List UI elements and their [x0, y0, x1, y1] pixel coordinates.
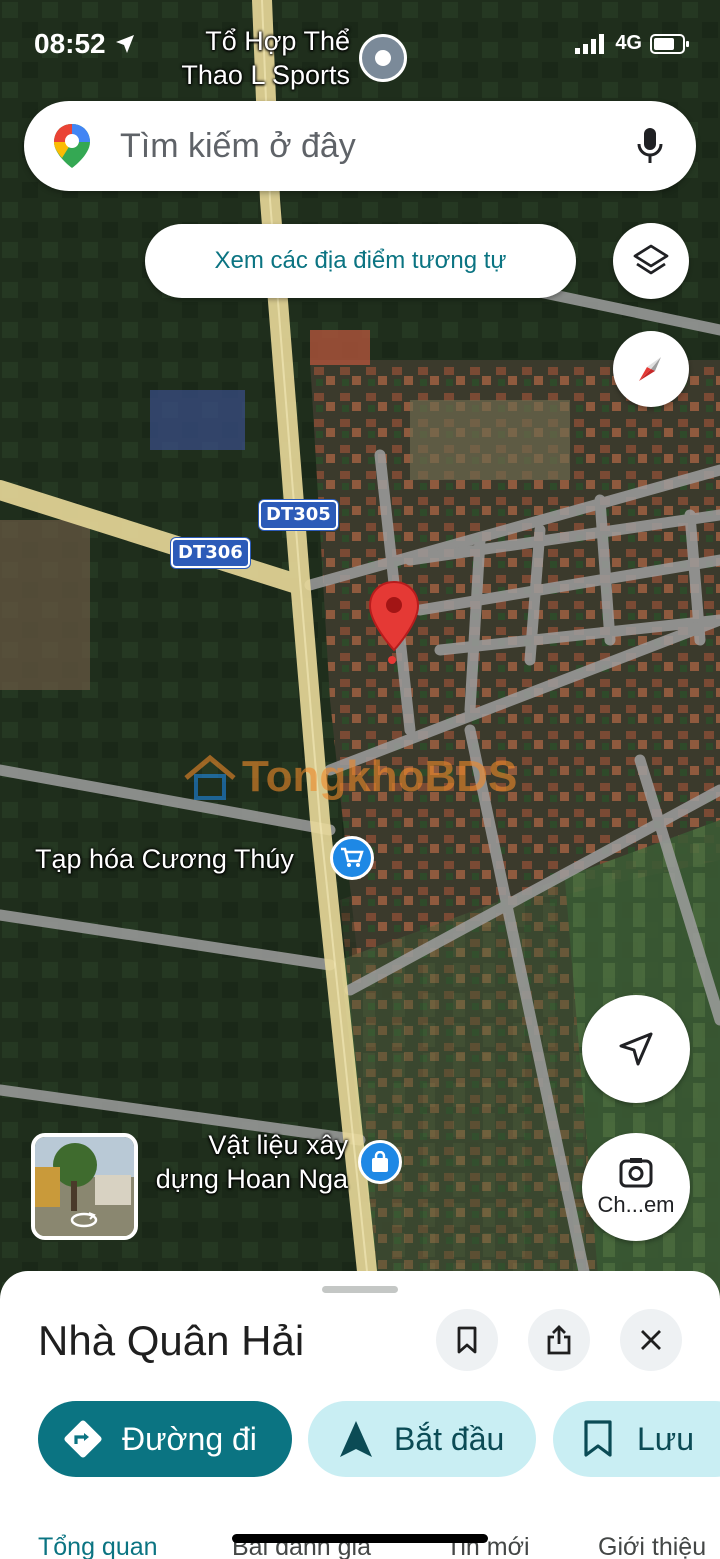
lens-label: Ch...em — [597, 1192, 675, 1217]
mic-icon[interactable] — [636, 126, 664, 166]
street-view-thumbnail[interactable] — [31, 1133, 138, 1240]
compass-button[interactable] — [613, 331, 689, 407]
save-icon-button[interactable] — [436, 1309, 498, 1371]
poi-sports-text: Tổ Hợp Thể Thao L Sports — [181, 26, 350, 90]
directions-button[interactable]: Đường đi — [38, 1401, 292, 1477]
navigation-icon — [340, 1421, 372, 1457]
house-logo-icon — [184, 754, 236, 800]
poi-label-sports[interactable]: Tổ Hợp Thể Thao L Sports — [160, 24, 350, 92]
watermark: TongkhoBDS — [182, 752, 517, 802]
rotate-360-icon — [70, 1212, 98, 1228]
tab-overview[interactable]: Tổng quan — [38, 1533, 158, 1559]
network-type: 4G — [615, 32, 642, 54]
my-location-button[interactable] — [582, 995, 690, 1103]
place-sheet[interactable]: Nhà Quân Hải Đường đi Bắt đầu Lưu Tổng q… — [0, 1271, 720, 1559]
road-shield-dt305: DT305 — [259, 500, 338, 530]
poi-sports-pin[interactable] — [359, 34, 407, 82]
location-arrow-icon — [115, 35, 134, 53]
pin-dot — [388, 656, 396, 664]
similar-places-button[interactable]: Xem các địa điểm tương tự — [145, 224, 576, 298]
battery-icon — [650, 33, 689, 54]
compass-icon — [639, 357, 661, 381]
bookmark-icon — [457, 1326, 477, 1354]
pin-icon — [375, 50, 391, 66]
place-title: Nhà Quân Hải — [38, 1317, 305, 1364]
start-button[interactable]: Bắt đầu — [308, 1401, 536, 1477]
google-maps-logo-icon — [54, 124, 90, 168]
directions-label: Đường đi — [122, 1420, 257, 1457]
shopping-bag-icon[interactable] — [358, 1140, 402, 1184]
clock: 08:52 — [34, 28, 106, 59]
map-view[interactable]: TongkhoBDS DT305 DT306 Tổ Hợp Thể Thao L… — [0, 0, 720, 1300]
sheet-handle[interactable] — [322, 1286, 398, 1293]
tab-about[interactable]: Giới thiệu — [598, 1533, 706, 1559]
close-button[interactable] — [620, 1309, 682, 1371]
share-button[interactable] — [528, 1309, 590, 1371]
google-lens-icon — [619, 1158, 653, 1188]
search-bar[interactable]: Tìm kiếm ở đây — [24, 101, 696, 191]
layers-button[interactable] — [613, 223, 689, 299]
navigation-arrow-icon — [619, 1032, 653, 1066]
signal-icon — [575, 33, 605, 54]
status-indicators: 4G — [575, 32, 690, 55]
place-pin[interactable] — [368, 580, 420, 656]
share-icon — [547, 1325, 571, 1355]
status-time: 08:52 — [34, 28, 136, 60]
shopping-cart-icon[interactable] — [330, 836, 374, 880]
search-input[interactable]: Tìm kiếm ở đây — [120, 127, 636, 166]
close-icon — [641, 1330, 661, 1350]
watermark-text: TongkhoBDS — [242, 752, 518, 801]
poi-label-building[interactable]: Vật liệu xây dựng Hoan Nga — [120, 1128, 348, 1196]
save-label: Lưu — [637, 1420, 695, 1457]
home-indicator[interactable] — [232, 1534, 488, 1543]
lens-button[interactable]: Ch...em — [582, 1133, 690, 1241]
road-shield-dt306: DT306 — [171, 538, 250, 568]
satellite-map — [0, 0, 720, 1300]
poi-building-text: Vật liệu xây dựng Hoan Nga — [155, 1130, 348, 1194]
bookmark-icon — [584, 1420, 612, 1457]
poi-label-grocery[interactable]: Tạp hóa Cương Thúy — [35, 842, 294, 876]
directions-icon — [64, 1420, 102, 1458]
save-button[interactable]: Lưu — [553, 1401, 720, 1477]
layers-icon — [633, 244, 669, 275]
start-label: Bắt đầu — [394, 1420, 505, 1457]
